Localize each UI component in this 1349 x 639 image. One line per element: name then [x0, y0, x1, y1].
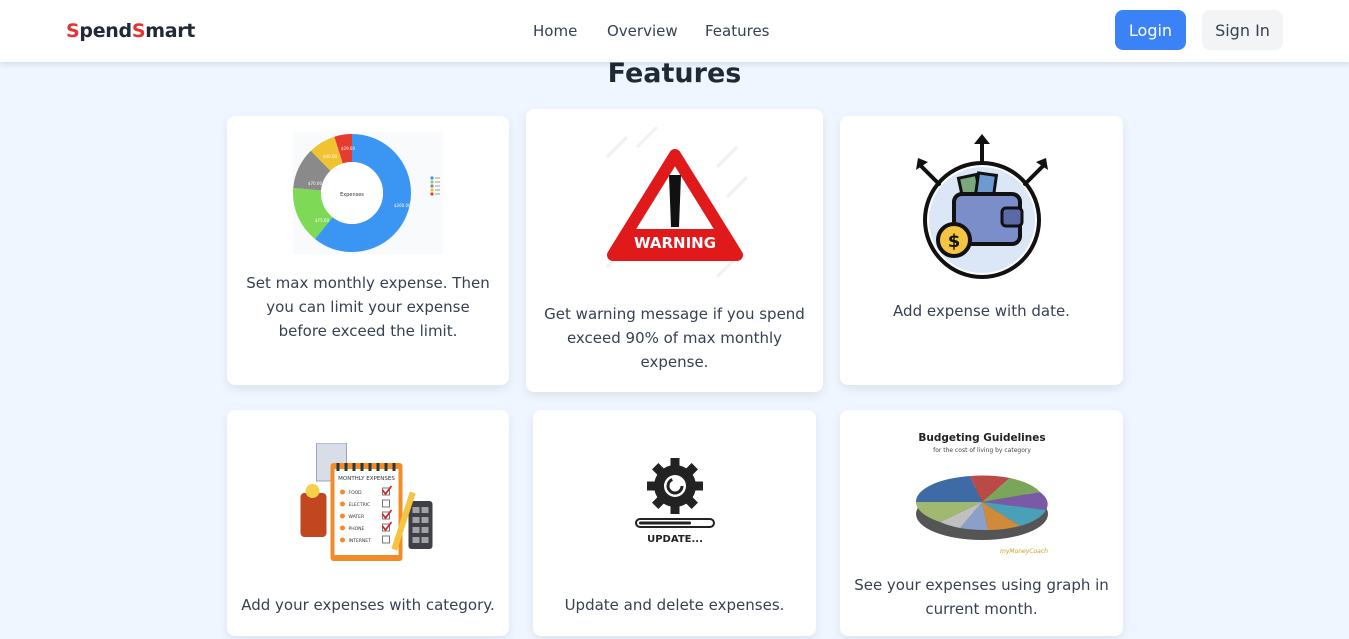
- nav-home-link[interactable]: Home: [533, 22, 577, 40]
- budget-pie-chart-image: Budgeting Guidelines for the cost of liv…: [915, 432, 1048, 555]
- sign-in-button[interactable]: Sign In: [1202, 10, 1283, 50]
- warning-sign-text: WARNING: [633, 234, 715, 252]
- feature-description: Set max monthly expense. Then you can li…: [246, 274, 490, 340]
- feature-description: See your expenses using graph in current…: [854, 576, 1109, 618]
- chart-center-label: Expenses: [340, 192, 364, 198]
- svg-text:$: $: [947, 231, 960, 252]
- budget-chart-title: Budgeting Guidelines: [918, 432, 1045, 444]
- warning-sign-image: WARNING: [605, 127, 748, 279]
- category-item: PHONE: [349, 526, 365, 532]
- budget-chart-subtitle: for the cost of living by category: [933, 447, 1031, 454]
- gear-update-icon: UPDATE...: [634, 458, 715, 545]
- update-caption: UPDATE...: [647, 534, 703, 545]
- chart-value-label: $70.00: [308, 181, 322, 186]
- wallet-dollar-icon: $: [915, 134, 1048, 279]
- donut-chart-image: Expenses $260.00 $75.00 $70.00 $40.00 $2…: [293, 132, 443, 254]
- category-item: FOOD: [349, 490, 363, 496]
- list-title: MONTHLY EXPENSES: [338, 476, 395, 482]
- chart-value-label: $40.00: [323, 154, 337, 159]
- feature-card-max-expense: Expenses $260.00 $75.00 $70.00 $40.00 $2…: [227, 116, 509, 385]
- feature-card-update-delete: UPDATE... Update and delete expenses.: [533, 410, 816, 636]
- feature-card-add-expense-date: $ Add expense with date.: [840, 116, 1123, 385]
- nav-overview-link[interactable]: Overview: [607, 22, 678, 40]
- feature-description: Add your expenses with category.: [241, 596, 495, 614]
- feature-description: Get warning message if you spend exceed …: [544, 305, 805, 371]
- chart-value-label: $75.00: [315, 218, 329, 223]
- monthly-expenses-clipboard-image: MONTHLY EXPENSES FOOD ELECTRIC WATER PHO…: [300, 443, 433, 561]
- chart-value-label: $29.00: [341, 146, 355, 151]
- category-item: WATER: [349, 514, 365, 520]
- chart-value-label: $260.00: [394, 203, 411, 208]
- category-item: INTERNET: [349, 538, 372, 544]
- feature-description: Add expense with date.: [893, 302, 1070, 320]
- navbar: SpendSmart Home Overview Features Login …: [0, 0, 1349, 62]
- feature-card-category: MONTHLY EXPENSES FOOD ELECTRIC WATER PHO…: [227, 410, 509, 636]
- section-title: Features: [607, 58, 742, 89]
- nav-features-link[interactable]: Features: [705, 22, 770, 40]
- feature-card-graph: Budgeting Guidelines for the cost of liv…: [840, 410, 1123, 636]
- login-button[interactable]: Login: [1115, 10, 1186, 50]
- feature-description: Update and delete expenses.: [564, 596, 785, 614]
- svg-text:myMoneyCoach: myMoneyCoach: [1000, 548, 1048, 555]
- feature-card-warning: WARNING Get warning message if you spend…: [526, 109, 823, 392]
- category-item: ELECTRIC: [349, 502, 371, 508]
